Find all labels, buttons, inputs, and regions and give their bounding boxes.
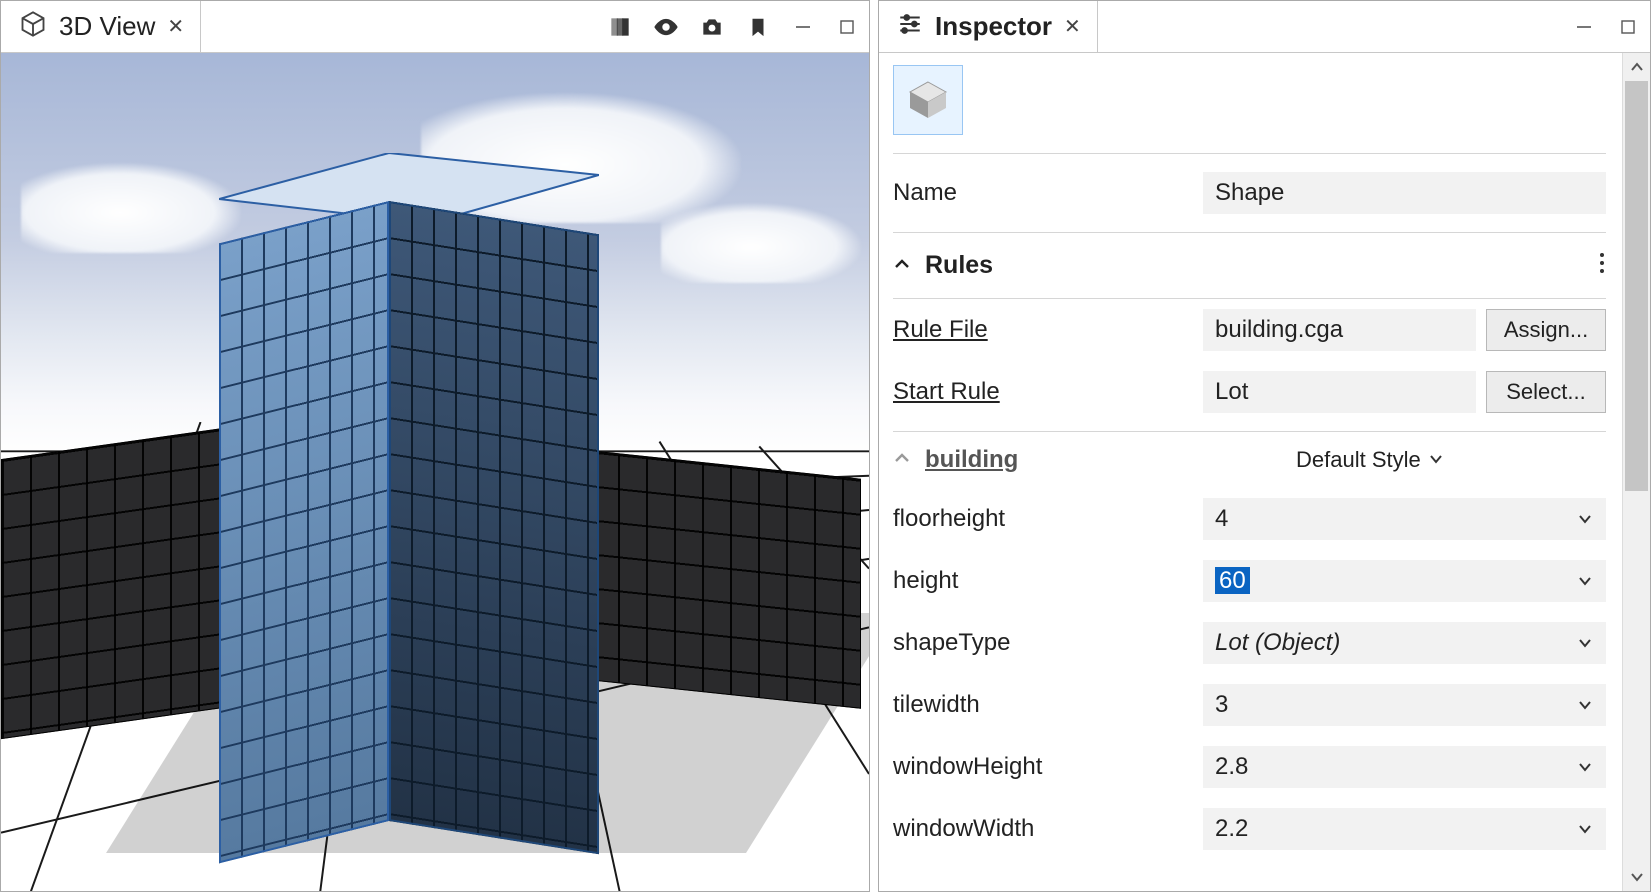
rule-file-value[interactable]: building.cga	[1203, 309, 1476, 351]
param-label: shapeType	[893, 629, 1193, 657]
param-row: shapeType Lot (Object)	[893, 612, 1606, 674]
chevron-down-icon	[1576, 510, 1594, 528]
param-row: windowHeight 2.8	[893, 736, 1606, 798]
param-label: tilewidth	[893, 691, 1193, 719]
assign-button[interactable]: Assign...	[1486, 309, 1606, 351]
rules-section-title: Rules	[925, 251, 993, 280]
maximize-icon[interactable]	[1606, 4, 1650, 50]
scroll-track[interactable]	[1623, 81, 1650, 863]
chevron-down-icon	[1576, 572, 1594, 590]
building-section-header[interactable]: building Default Style	[893, 432, 1606, 488]
neighbor-building	[1, 427, 231, 739]
3d-view-panel: 3D View ✕	[0, 0, 870, 892]
cloud	[661, 203, 861, 283]
start-rule-row: Start Rule Lot Select...	[893, 361, 1606, 432]
maximize-icon[interactable]	[825, 4, 869, 50]
inspector-body: Name Shape Rules Rule File	[879, 53, 1650, 891]
cloud	[21, 163, 241, 253]
param-value-text: 4	[1215, 505, 1228, 533]
param-value-text: 60	[1215, 567, 1250, 595]
name-label: Name	[893, 179, 1193, 207]
param-label: windowHeight	[893, 753, 1193, 781]
chevron-down-icon	[1576, 634, 1594, 652]
inspector-panel: Inspector ✕	[878, 0, 1651, 892]
shape-object-icon[interactable]	[893, 65, 963, 135]
neighbor-building	[561, 447, 861, 709]
name-row: Name Shape	[893, 154, 1606, 233]
param-value[interactable]: 2.8	[1203, 746, 1606, 788]
param-row: floorheight 4	[893, 488, 1606, 550]
kebab-icon[interactable]	[1598, 252, 1606, 280]
param-value[interactable]: Lot (Object)	[1203, 622, 1606, 664]
rule-file-label[interactable]: Rule File	[893, 316, 1193, 344]
start-rule-value[interactable]: Lot	[1203, 371, 1476, 413]
inspector-tab[interactable]: Inspector ✕	[879, 1, 1098, 52]
layers-icon[interactable]	[597, 4, 643, 50]
bookmark-icon[interactable]	[735, 4, 781, 50]
chevron-up-icon	[893, 447, 911, 473]
rule-file-row: Rule File building.cga Assign...	[893, 299, 1606, 361]
sliders-icon	[897, 11, 923, 43]
param-label: height	[893, 567, 1193, 595]
close-icon[interactable]: ✕	[167, 14, 184, 39]
chevron-down-icon	[1576, 696, 1594, 714]
chevron-down-icon	[1576, 758, 1594, 776]
name-value[interactable]: Shape	[1203, 172, 1606, 214]
style-dropdown[interactable]: Default Style	[1296, 447, 1606, 473]
param-row: tilewidth 3	[893, 674, 1606, 736]
inspector-titlebar: Inspector ✕	[879, 1, 1650, 53]
param-value[interactable]: 60	[1203, 560, 1606, 602]
3d-view-titlebar: 3D View ✕	[1, 1, 869, 53]
scroll-thumb[interactable]	[1625, 81, 1648, 491]
3d-view-tab-title: 3D View	[59, 11, 155, 42]
scroll-up-icon[interactable]	[1623, 53, 1650, 81]
inspector-tab-title: Inspector	[935, 11, 1052, 42]
select-button[interactable]: Select...	[1486, 371, 1606, 413]
selected-building-face-right	[389, 201, 599, 854]
rules-section-header[interactable]: Rules	[893, 233, 1606, 299]
object-type-row	[893, 53, 1606, 154]
param-value-text: 3	[1215, 691, 1228, 719]
param-label: floorheight	[893, 505, 1193, 533]
param-label: windowWidth	[893, 815, 1193, 843]
param-value-text: Lot (Object)	[1215, 629, 1340, 657]
3d-view-tab[interactable]: 3D View ✕	[1, 1, 201, 52]
chevron-down-icon	[1576, 820, 1594, 838]
param-value[interactable]: 4	[1203, 498, 1606, 540]
minimize-icon[interactable]	[781, 4, 825, 50]
close-icon[interactable]: ✕	[1064, 14, 1081, 39]
start-rule-label[interactable]: Start Rule	[893, 378, 1193, 406]
selected-building-face-left	[219, 201, 389, 863]
chevron-down-icon	[1427, 450, 1445, 468]
minimize-icon[interactable]	[1562, 4, 1606, 50]
3d-viewport[interactable]	[1, 53, 869, 891]
param-row: windowWidth 2.2	[893, 798, 1606, 860]
inspector-content: Name Shape Rules Rule File	[879, 53, 1620, 891]
param-list: floorheight 4 height 60 shapeType Lot (Object…	[893, 488, 1606, 860]
param-row: height 60	[893, 550, 1606, 612]
app-root: 3D View ✕	[0, 0, 1651, 892]
eye-icon[interactable]	[643, 4, 689, 50]
param-value[interactable]: 2.2	[1203, 808, 1606, 850]
scroll-down-icon[interactable]	[1623, 863, 1650, 891]
scrollbar[interactable]	[1622, 53, 1650, 891]
chevron-up-icon	[893, 253, 911, 279]
camera-icon[interactable]	[689, 4, 735, 50]
param-value[interactable]: 3	[1203, 684, 1606, 726]
param-value-text: 2.2	[1215, 815, 1248, 843]
cube-icon	[19, 10, 47, 44]
style-value: Default Style	[1296, 447, 1421, 472]
building-section-title: building	[925, 446, 1018, 474]
param-value-text: 2.8	[1215, 753, 1248, 781]
